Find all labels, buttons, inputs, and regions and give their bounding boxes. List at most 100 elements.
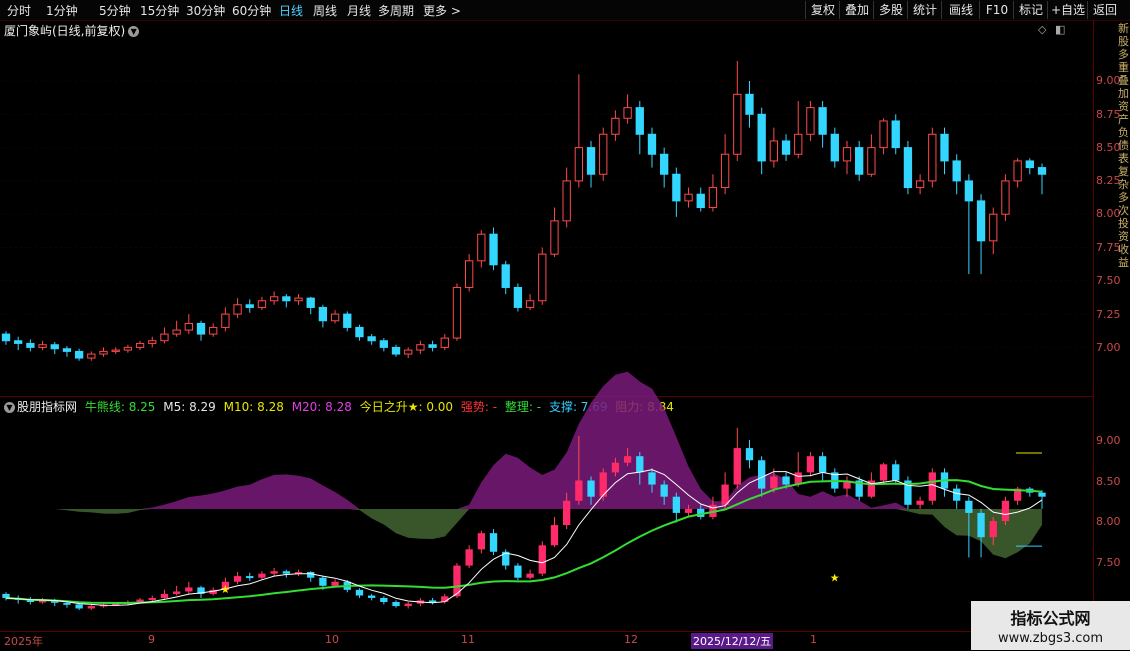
candle-body	[538, 253, 547, 302]
candle-body	[696, 193, 705, 209]
main-y-tick: 7.75	[1096, 241, 1121, 254]
candle-body	[245, 304, 254, 308]
ind-candle-body	[977, 512, 985, 538]
ind-candle-body	[550, 525, 559, 546]
candle-body	[1001, 180, 1010, 215]
candle-body	[586, 147, 596, 175]
ind-candle-body	[953, 488, 961, 501]
ind-candle-body	[733, 448, 741, 485]
ind-candle-body	[965, 500, 973, 513]
ind-candle-body	[770, 476, 778, 489]
ind-candle-body	[928, 472, 936, 501]
ind-candle-body	[989, 521, 997, 538]
candle-body	[964, 180, 974, 202]
price-axis-line	[1093, 20, 1094, 632]
ind-candle-body	[465, 549, 473, 566]
candle-body	[489, 233, 498, 266]
watermark-title: 指标公式网	[1010, 609, 1091, 628]
ind-candle-body	[319, 577, 327, 586]
ind-y-tick: 8.00	[1096, 515, 1121, 528]
candle-body	[330, 313, 340, 322]
candle-body	[172, 329, 181, 335]
ind-candle-body	[672, 496, 681, 513]
candle-body	[74, 350, 84, 359]
ind-candle-body	[538, 545, 546, 574]
ind-candle-body	[1038, 492, 1046, 497]
candle-body	[428, 344, 437, 348]
candle-body	[611, 117, 620, 135]
ind-candle-body	[879, 464, 888, 481]
ind-candle-body	[331, 581, 339, 586]
candle-body	[111, 349, 120, 352]
candle-body	[599, 133, 608, 175]
candle-body	[952, 160, 961, 182]
candle-body	[306, 297, 315, 308]
right-info-strip: 新股多重叠加资产负债表复杂多次投资收益	[1118, 22, 1129, 269]
ind-candle-body	[526, 573, 534, 578]
ind-candle-body	[380, 597, 388, 602]
indicator-weakness-area	[6, 509, 1042, 559]
ind-candle-body	[818, 456, 827, 473]
candle-body	[62, 348, 72, 352]
candle-body	[733, 93, 742, 155]
ind-candle-body	[404, 603, 412, 607]
candlestick-chart[interactable]: ★★	[0, 0, 1093, 631]
ind-candle-body	[63, 602, 71, 605]
candle-body	[148, 340, 157, 344]
main-y-tick: 8.25	[1096, 174, 1121, 187]
candle-body	[379, 340, 388, 348]
candle-body	[343, 313, 352, 328]
candle-body	[818, 107, 827, 135]
candle-body	[99, 350, 108, 355]
ind-candle-body	[355, 589, 364, 596]
candle-body	[830, 133, 839, 162]
candle-body	[26, 342, 35, 348]
ind-candle-body	[721, 484, 729, 505]
candle-body	[855, 147, 864, 175]
candle-body	[513, 286, 523, 308]
candle-body	[769, 140, 779, 162]
candle-body	[660, 153, 669, 175]
candle-body	[184, 322, 193, 331]
ind-candle-body	[233, 576, 242, 582]
ind-candle-body	[648, 472, 656, 485]
candle-body	[501, 264, 510, 288]
ind-candle-body	[745, 448, 754, 461]
candle-body	[903, 147, 913, 189]
main-y-tick: 8.50	[1096, 141, 1121, 154]
candle-body	[1037, 167, 1047, 175]
candle-body	[464, 260, 474, 288]
ind-candle-body	[563, 500, 571, 526]
ind-candle-body	[282, 571, 290, 574]
ind-candle-body	[246, 576, 254, 579]
ind-candle-body	[172, 591, 181, 594]
candle-body	[123, 346, 133, 351]
ind-candle-body	[623, 456, 632, 463]
main-y-tick: 7.25	[1096, 308, 1121, 321]
candle-body	[940, 133, 949, 162]
candle-body	[550, 220, 559, 255]
candle-body	[87, 353, 96, 359]
date-axis: 2025年 9 10 11 12 2025/12/12/五 1	[0, 631, 1093, 651]
ind-candle-body	[1001, 500, 1010, 521]
candle-body	[38, 344, 47, 348]
candle-body	[452, 286, 462, 339]
star-icon: ★	[830, 572, 840, 585]
candle-body	[282, 296, 291, 302]
candle-body	[1025, 160, 1034, 169]
candle-body	[209, 326, 218, 335]
date-label: 2025年	[4, 635, 43, 648]
candle-body	[391, 346, 401, 355]
candle-body	[708, 187, 718, 209]
candle-body	[842, 147, 852, 162]
ind-candle-body	[660, 484, 668, 497]
ind-candle-body	[75, 604, 83, 609]
main-y-tick: 7.50	[1096, 274, 1121, 287]
candle-body	[915, 180, 925, 189]
candle-body	[647, 133, 657, 155]
ind-candle-body	[87, 606, 95, 609]
ind-candle-body	[148, 597, 156, 600]
date-label: 10	[325, 633, 339, 646]
ind-candle-body	[160, 593, 169, 598]
candle-body	[574, 147, 584, 182]
